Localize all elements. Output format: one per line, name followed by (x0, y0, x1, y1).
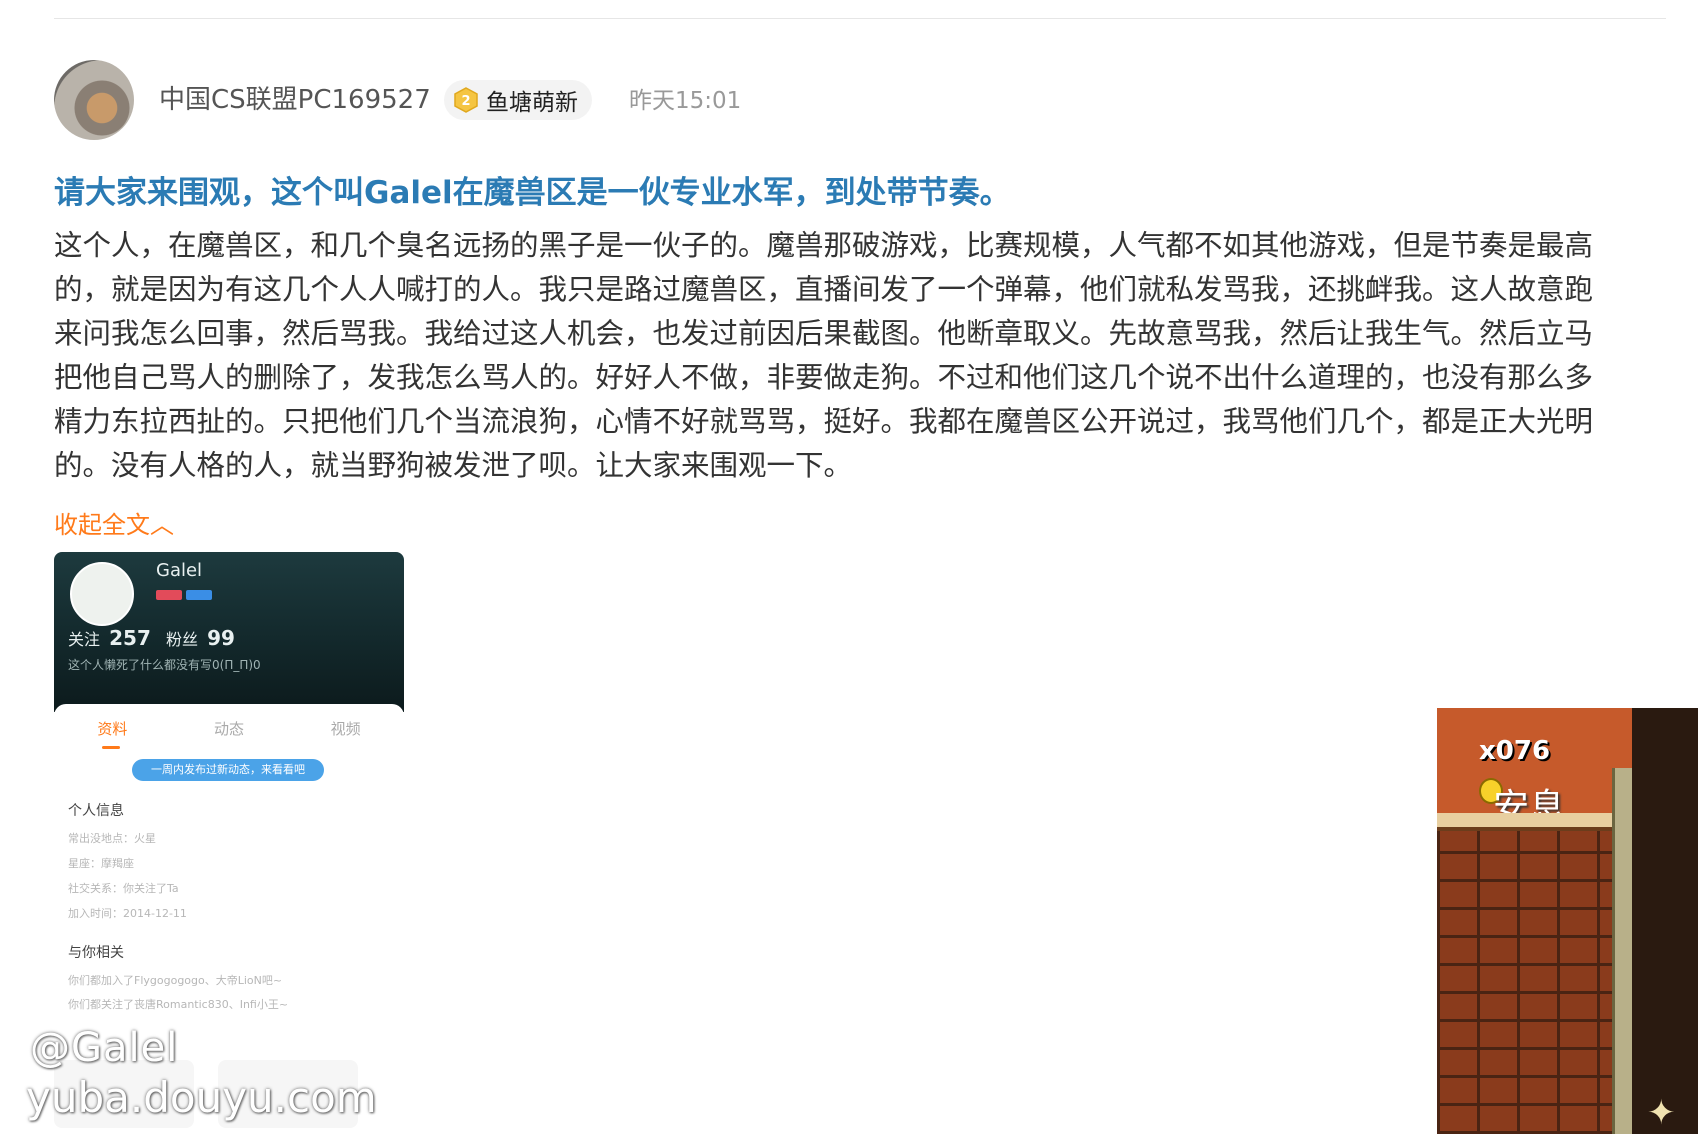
tab-activity: 动态 (214, 720, 245, 738)
fans-count: 99 (207, 626, 235, 650)
follow-count: 257 (109, 626, 151, 650)
level-badge-icon: 2 (454, 87, 478, 113)
badge-label: 鱼塘萌新 (486, 90, 578, 116)
star-icon: ✦ (1647, 1093, 1676, 1133)
watermark-site: yuba.douyu.com (26, 1073, 377, 1122)
info-line: 社交关系：你关注了Ta (68, 882, 179, 895)
profile-name: Galel (156, 560, 203, 581)
follow-label: 关注 (68, 630, 101, 649)
game-lives-counter: x076 (1479, 736, 1551, 766)
info-title: 个人信息 (68, 803, 124, 819)
post-time: 昨天15:01 (629, 88, 742, 114)
fans-label: 粉丝 (165, 630, 198, 649)
profile-body: 资料 动态 视频 一周内发布过新动态，来看看吧 个人信息 常出没地点：火星 星座… (54, 704, 404, 1018)
svg-text:2: 2 (461, 94, 470, 109)
activity-notice: 一周内发布过新动态，来看看吧 (132, 759, 324, 781)
post-title[interactable]: 请大家来围观，这个叫Galel在魔兽区是一伙专业水军，到处带节奏。 (54, 172, 1011, 214)
attached-screenshot[interactable]: Galel 关注 257 粉丝 99 这个人懒死了什么都没有写0(Π_Π)0 资… (54, 552, 404, 1018)
username[interactable]: 中国CS联盟PC169527 (159, 82, 431, 118)
tab-profile: 资料 (97, 720, 128, 738)
game-dark-area (1632, 708, 1698, 1134)
profile-tabs: 资料 动态 视频 (54, 718, 404, 739)
tab-video: 视频 (330, 720, 361, 738)
related-line: 你们都加入了Flygogogogo、大帝LioN吧~ (68, 974, 283, 987)
info-line: 星座：摩羯座 (68, 857, 134, 870)
profile-stats: 关注 257 粉丝 99 (68, 626, 245, 650)
info-line: 常出没地点：火星 (68, 832, 156, 845)
profile-avatar (70, 562, 134, 626)
game-stream-overlay[interactable]: x076 安息 ✦ (1437, 708, 1698, 1134)
top-divider (54, 18, 1666, 19)
profile-signature: 这个人懒死了什么都没有写0(Π_Π)0 (68, 658, 261, 672)
profile-tag (186, 590, 212, 600)
user-avatar[interactable] (54, 60, 134, 140)
related-title: 与你相关 (68, 945, 124, 961)
collapse-fulltext-link[interactable]: 收起全文︿ (54, 508, 174, 542)
level-badge[interactable]: 2 鱼塘萌新 (444, 80, 592, 120)
profile-tag (156, 590, 182, 600)
post-content: 这个人，在魔兽区，和几个臭名远扬的黑子是一伙子的。魔兽那破游戏，比赛规模，人气都… (54, 229, 1594, 482)
tab-underline (102, 746, 120, 749)
info-line: 加入时间：2014-12-11 (68, 907, 187, 920)
related-line: 你们都关注了丧唐Romantic830、Infi小王~ (68, 998, 289, 1011)
watermark-handle: @Galel (30, 1025, 179, 1071)
profile-header: Galel 关注 257 粉丝 99 这个人懒死了什么都没有写0(Π_Π)0 (54, 552, 404, 712)
